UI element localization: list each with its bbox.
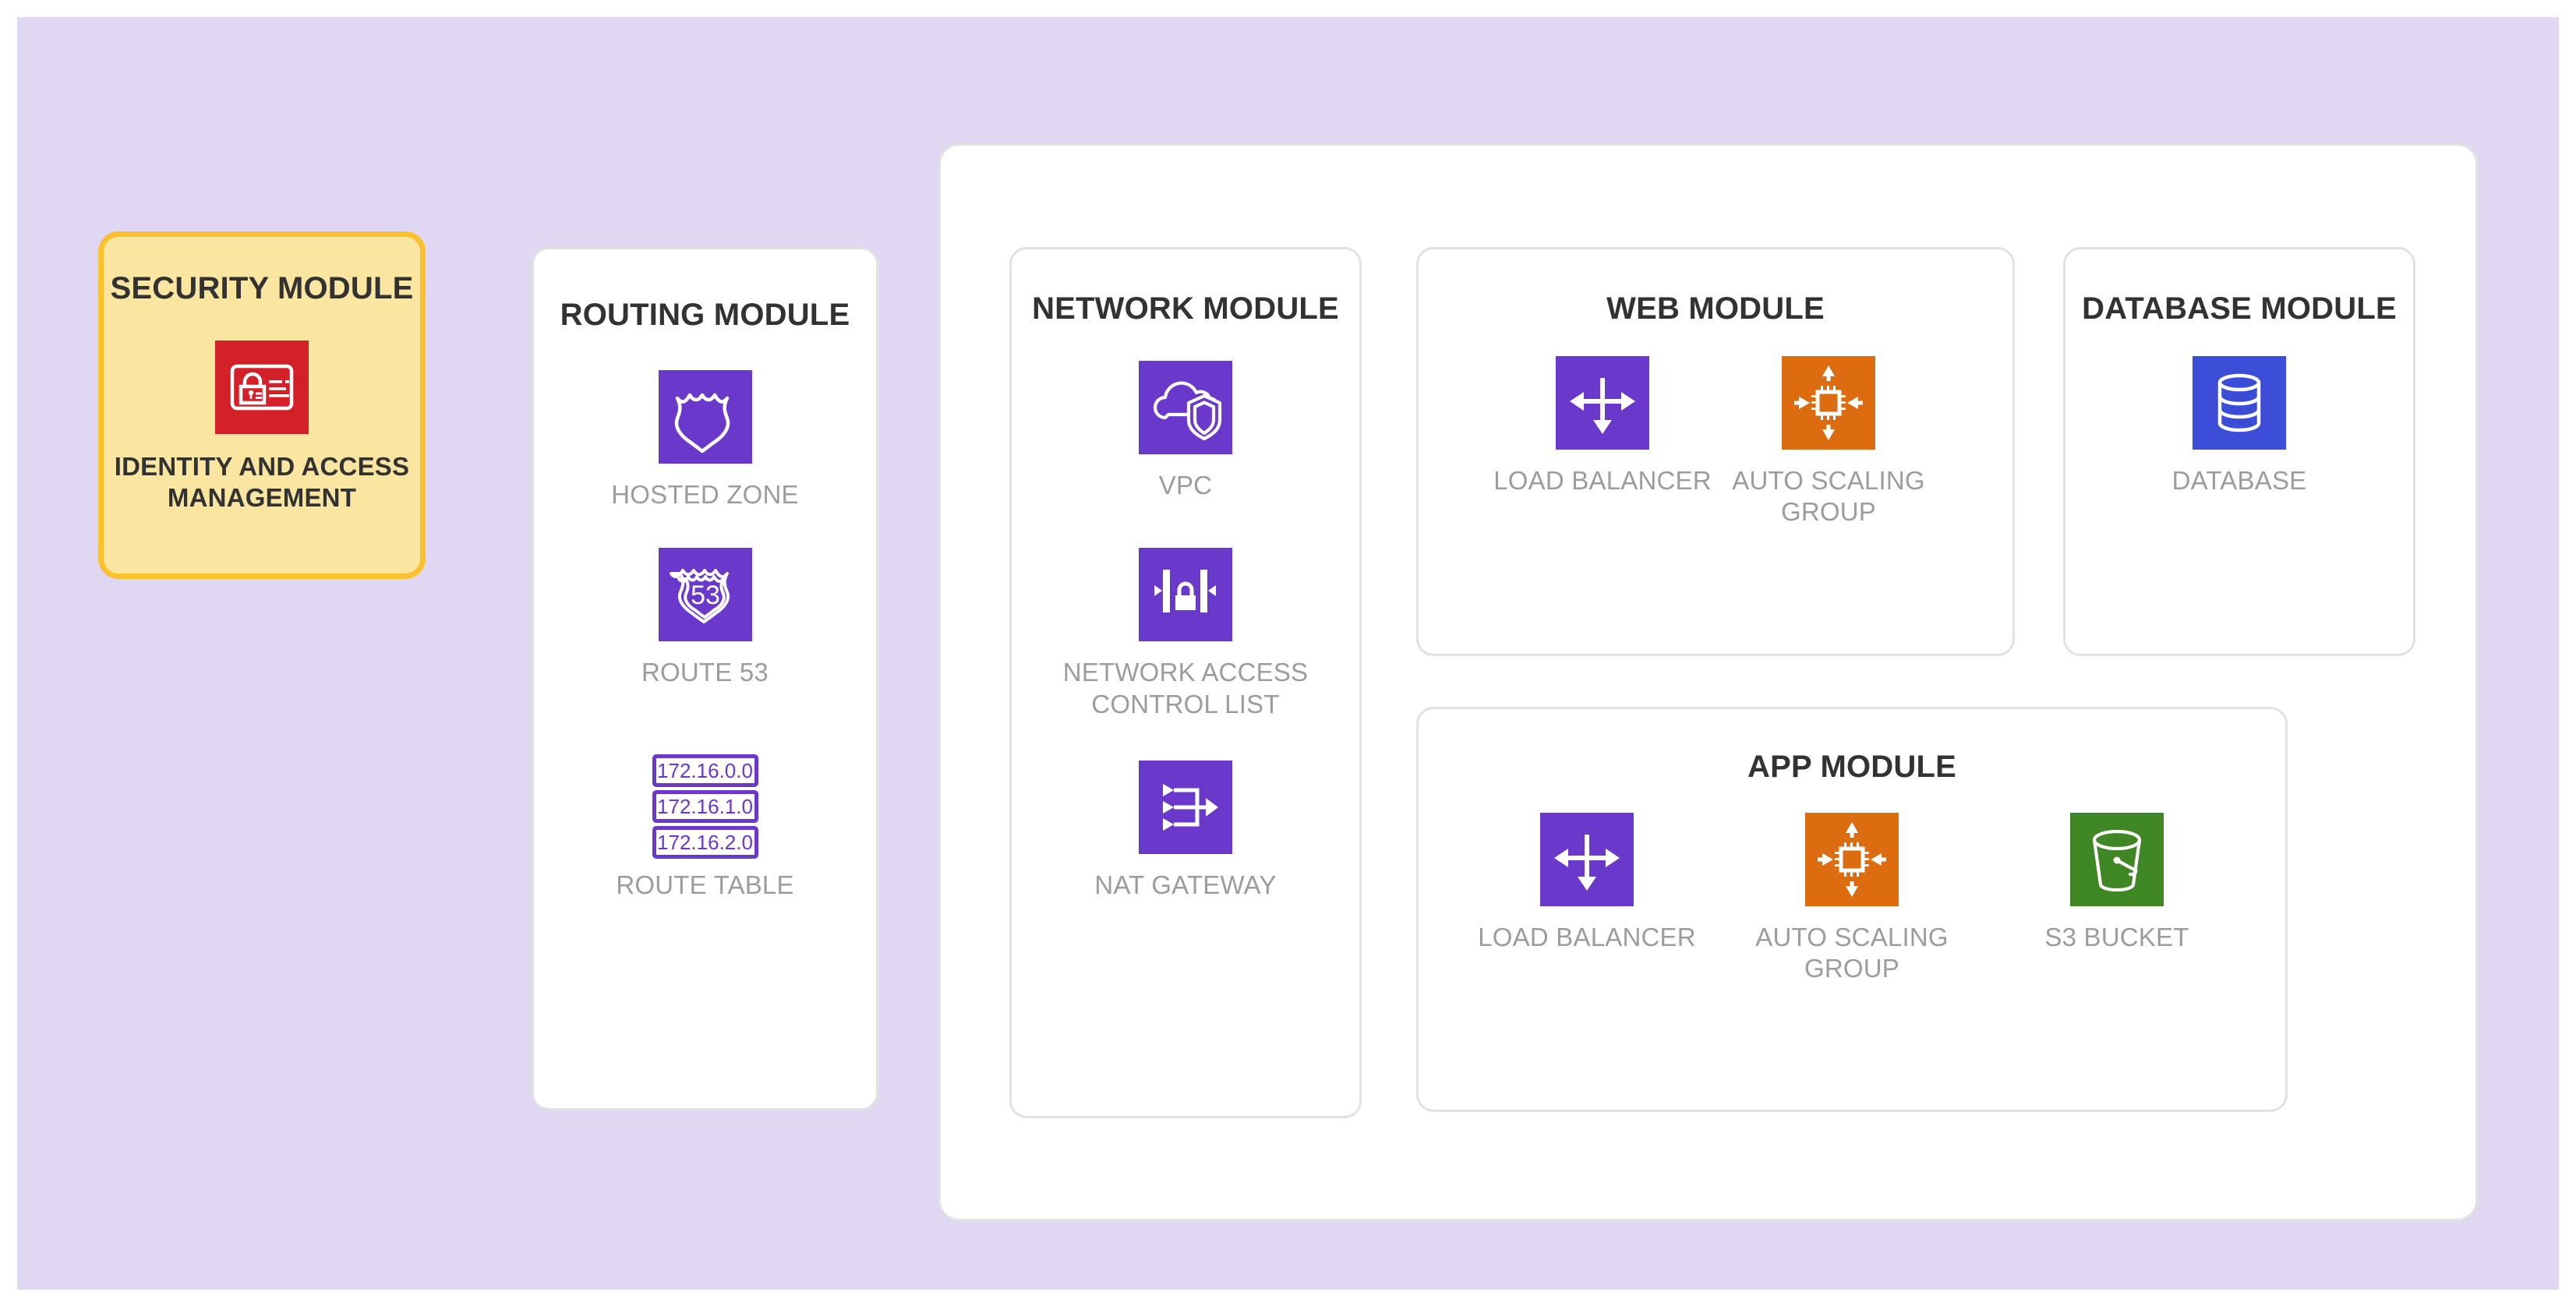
- nat-gateway-icon: [1139, 760, 1232, 854]
- resource-label: S3 BUCKET: [2044, 923, 2189, 951]
- resource-database: DATABASE: [2126, 356, 2352, 496]
- resource-label: NAT GATEWAY: [1094, 870, 1277, 899]
- cidr-block: 172.16.2.0: [652, 825, 758, 859]
- diagram-canvas: SECURITY MODULE IDENTITY AND ACCESS MANA…: [17, 17, 2559, 1290]
- resource-auto-scaling-group: AUTO SCALING GROUP: [1719, 813, 1984, 985]
- resource-route-53: 53 ROUTE 53: [534, 548, 876, 688]
- app-module-card: APP MODULE LOAD BALANCER AUTO SCALING GR…: [1416, 707, 2288, 1112]
- web-module-card: WEB MODULE LOAD BALANCER AUTO SCALING GR…: [1416, 247, 2015, 656]
- auto-scaling-group-icon: [1782, 356, 1875, 450]
- app-module-resources: LOAD BALANCER AUTO SCALING GROUP S3 BUCK…: [1419, 813, 2285, 985]
- iam-icon: [215, 341, 309, 434]
- routing-module-title: ROUTING MODULE: [560, 298, 850, 332]
- nacl-lock-icon: [1139, 548, 1232, 642]
- resource-s3-bucket: S3 BUCKET: [1984, 813, 2249, 953]
- hosted-zone-shield-icon: [658, 370, 752, 464]
- resource-load-balancer: LOAD BALANCER: [1454, 813, 1719, 953]
- vpc-cloud-shield-icon: [1139, 361, 1232, 454]
- resource-label: ROUTE 53: [641, 658, 769, 687]
- resource-label: IDENTITY AND ACCESS MANAGEMENT: [114, 452, 410, 513]
- database-module-card: DATABASE MODULE DATABASE: [2063, 247, 2415, 656]
- security-module-card: SECURITY MODULE IDENTITY AND ACCESS MANA…: [98, 231, 426, 579]
- resource-iam: IDENTITY AND ACCESS MANAGEMENT: [104, 341, 420, 514]
- resource-label: AUTO SCALING GROUP: [1732, 466, 1925, 527]
- database-module-title: DATABASE MODULE: [2082, 291, 2397, 326]
- resource-nacl: NETWORK ACCESS CONTROL LIST: [1012, 548, 1359, 720]
- resource-auto-scaling-group: AUTO SCALING GROUP: [1716, 356, 1942, 528]
- resource-label: LOAD BALANCER: [1493, 466, 1712, 495]
- resource-route-table: 172.16.0.0 172.16.1.0 172.16.2.0 ROUTE T…: [534, 754, 876, 901]
- routing-module-card: ROUTING MODULE HOSTED ZONE 53 ROUTE 53 1…: [532, 247, 878, 1110]
- database-cylinder-icon: [2193, 356, 2286, 450]
- cidr-block: 172.16.0.0: [652, 754, 758, 787]
- security-module-title: SECURITY MODULE: [110, 271, 414, 305]
- resource-label: AUTO SCALING GROUP: [1755, 923, 1949, 983]
- resource-label: DATABASE: [2171, 466, 2307, 495]
- app-module-title: APP MODULE: [1747, 750, 1956, 784]
- load-balancer-icon: [1540, 813, 1634, 906]
- resource-label: LOAD BALANCER: [1478, 923, 1696, 951]
- resource-load-balancer: LOAD BALANCER: [1489, 356, 1716, 496]
- web-module-title: WEB MODULE: [1606, 291, 1825, 326]
- resource-label: ROUTE TABLE: [616, 870, 794, 899]
- load-balancer-icon: [1556, 356, 1649, 450]
- route-53-number: 53: [691, 581, 720, 610]
- resource-hosted-zone: HOSTED ZONE: [534, 370, 876, 510]
- resource-label: VPC: [1158, 471, 1213, 499]
- resource-label: HOSTED ZONE: [611, 480, 799, 509]
- cidr-block: 172.16.1.0: [652, 789, 758, 823]
- route-table-icon: 172.16.0.0 172.16.1.0 172.16.2.0: [652, 754, 758, 859]
- database-module-resources: DATABASE: [2065, 356, 2413, 496]
- network-module-card: NETWORK MODULE VPC NETWORK ACCESS CONTRO…: [1009, 247, 1362, 1118]
- resource-vpc: VPC: [1012, 361, 1359, 501]
- route-53-shield-icon: 53: [658, 548, 752, 642]
- web-module-resources: LOAD BALANCER AUTO SCALING GROUP: [1419, 356, 2012, 528]
- resource-nat-gateway: NAT GATEWAY: [1012, 760, 1359, 901]
- network-module-title: NETWORK MODULE: [1032, 291, 1339, 326]
- s3-bucket-icon: [2070, 813, 2164, 906]
- auto-scaling-group-icon: [1805, 813, 1899, 906]
- resource-label: NETWORK ACCESS CONTROL LIST: [1062, 658, 1309, 718]
